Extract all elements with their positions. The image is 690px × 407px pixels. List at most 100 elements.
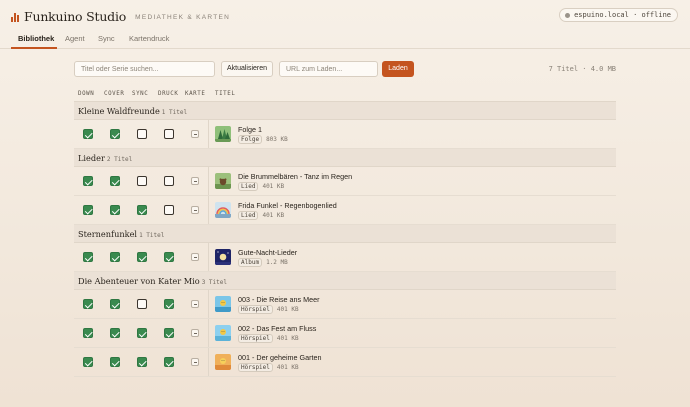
track-meta: Hörspiel 401 KB <box>238 305 299 314</box>
load-button[interactable]: Laden <box>382 61 414 77</box>
down-checkbox[interactable] <box>83 299 93 309</box>
cover-checkbox[interactable] <box>110 176 120 186</box>
type-badge: Album <box>238 258 263 267</box>
cover-thumbnail <box>215 325 231 341</box>
cover-thumbnail <box>215 354 231 370</box>
group-header: Sternenfunkel 1 Titel <box>74 225 616 243</box>
table-row: Gute-Nacht-Lieder Album 1.2 MB <box>74 243 616 272</box>
druck-checkbox[interactable] <box>164 357 174 367</box>
device-label: espuino.local · offline <box>574 11 671 19</box>
karte-toggle[interactable] <box>191 177 199 185</box>
sync-checkbox[interactable] <box>137 129 147 139</box>
track-title[interactable]: 002 - Das Fest am Fluss <box>238 324 316 333</box>
column-divider <box>208 348 209 376</box>
track-meta: Album 1.2 MB <box>238 258 288 267</box>
track-meta: Lied 401 KB <box>238 211 284 220</box>
file-size: 401 KB <box>262 212 285 219</box>
down-checkbox[interactable] <box>83 129 93 139</box>
down-checkbox[interactable] <box>83 176 93 186</box>
sync-checkbox[interactable] <box>137 357 147 367</box>
cover-thumbnail <box>215 249 231 265</box>
group-count: 2 Titel <box>106 156 133 163</box>
file-size: 401 KB <box>276 364 299 371</box>
table-row: Frida Funkel - Regenbogenlied Lied 401 KB <box>74 196 616 225</box>
app-title: Funkuino Studio <box>24 9 127 24</box>
down-checkbox[interactable] <box>83 328 93 338</box>
group-name: Kleine Waldfreunde 1 Titel <box>78 106 187 116</box>
active-tab-indicator <box>11 47 57 49</box>
group-header: Die Abenteuer von Kater Mio 3 Titel <box>74 272 616 290</box>
track-title[interactable]: Frida Funkel - Regenbogenlied <box>238 201 337 210</box>
cover-checkbox[interactable] <box>110 357 120 367</box>
url-input[interactable]: URL zum Laden... <box>279 61 378 77</box>
cover-checkbox[interactable] <box>110 328 120 338</box>
file-size: 803 KB <box>266 136 288 143</box>
sync-checkbox[interactable] <box>137 252 147 262</box>
karte-toggle[interactable] <box>191 206 199 214</box>
cover-checkbox[interactable] <box>110 205 120 215</box>
type-badge: Hörspiel <box>238 334 273 343</box>
track-title[interactable]: Gute-Nacht-Lieder <box>238 248 297 257</box>
track-meta: Hörspiel 401 KB <box>238 363 299 372</box>
druck-checkbox[interactable] <box>164 129 174 139</box>
sync-checkbox[interactable] <box>137 176 147 186</box>
refresh-button[interactable]: Aktualisieren <box>221 61 273 77</box>
group-name: Die Abenteuer von Kater Mio 3 Titel <box>78 276 227 286</box>
column-cover: COVER <box>104 91 125 97</box>
track-title[interactable]: Die Brummelbären - Tanz im Regen <box>238 172 352 181</box>
type-badge: Hörspiel <box>238 363 273 372</box>
column-divider <box>208 120 209 148</box>
cover-checkbox[interactable] <box>110 299 120 309</box>
file-size: 401 KB <box>262 183 285 190</box>
cover-checkbox[interactable] <box>110 252 120 262</box>
down-checkbox[interactable] <box>83 357 93 367</box>
track-title[interactable]: 001 - Der geheime Garten <box>238 353 322 362</box>
down-checkbox[interactable] <box>83 205 93 215</box>
track-meta: Folge 803 KB <box>238 135 288 144</box>
tab-sync[interactable]: Sync <box>98 34 115 43</box>
karte-toggle[interactable] <box>191 300 199 308</box>
tab-kartendruck[interactable]: Kartendruck <box>129 34 169 43</box>
sync-checkbox[interactable] <box>137 299 147 309</box>
druck-checkbox[interactable] <box>164 299 174 309</box>
down-checkbox[interactable] <box>83 252 93 262</box>
druck-checkbox[interactable] <box>164 176 174 186</box>
karte-toggle[interactable] <box>191 329 199 337</box>
track-title[interactable]: 003 - Die Reise ans Meer <box>238 295 320 304</box>
group-count: 1 Titel <box>139 232 165 239</box>
file-size: 401 KB <box>276 306 299 313</box>
app-subtitle: MEDIATHEK & KARTEN <box>135 14 231 21</box>
table-row: 003 - Die Reise ans Meer Hörspiel 401 KB <box>74 290 616 319</box>
cover-thumbnail <box>215 202 231 218</box>
tab-bibliothek[interactable]: Bibliothek <box>18 34 54 43</box>
group-count: 3 Titel <box>201 279 227 286</box>
group-header: Kleine Waldfreunde 1 Titel <box>74 102 616 120</box>
druck-checkbox[interactable] <box>164 252 174 262</box>
tab-agent[interactable]: Agent <box>65 34 85 43</box>
search-input[interactable]: Titel oder Serie suchen... <box>74 61 215 77</box>
library-stats: 7 Titel · 4.0 MB <box>548 65 616 73</box>
sync-checkbox[interactable] <box>137 328 147 338</box>
druck-checkbox[interactable] <box>164 328 174 338</box>
column-divider <box>208 196 209 224</box>
column-divider <box>208 243 209 271</box>
column-divider <box>208 290 209 318</box>
file-size: 1.2 MB <box>266 259 288 266</box>
table-header: DOWN COVER SYNC DRUCK KARTE TITEL <box>74 85 616 102</box>
sync-checkbox[interactable] <box>137 205 147 215</box>
table-row: 002 - Das Fest am Fluss Hörspiel 401 KB <box>74 319 616 348</box>
karte-toggle[interactable] <box>191 130 199 138</box>
cover-thumbnail <box>215 296 231 312</box>
brand: Funkuino Studio MEDIATHEK & KARTEN <box>11 9 230 24</box>
cover-checkbox[interactable] <box>110 129 120 139</box>
top-bar: Funkuino Studio MEDIATHEK & KARTEN espui… <box>0 0 690 30</box>
column-down: DOWN <box>78 91 95 97</box>
track-title[interactable]: Folge 1 <box>238 125 262 134</box>
group-title: Kleine Waldfreunde <box>78 106 160 116</box>
cover-thumbnail <box>215 126 231 142</box>
column-sync: SYNC <box>132 91 149 97</box>
karte-toggle[interactable] <box>191 253 199 261</box>
druck-checkbox[interactable] <box>164 205 174 215</box>
device-status-pill[interactable]: espuino.local · offline <box>559 8 678 22</box>
karte-toggle[interactable] <box>191 358 199 366</box>
